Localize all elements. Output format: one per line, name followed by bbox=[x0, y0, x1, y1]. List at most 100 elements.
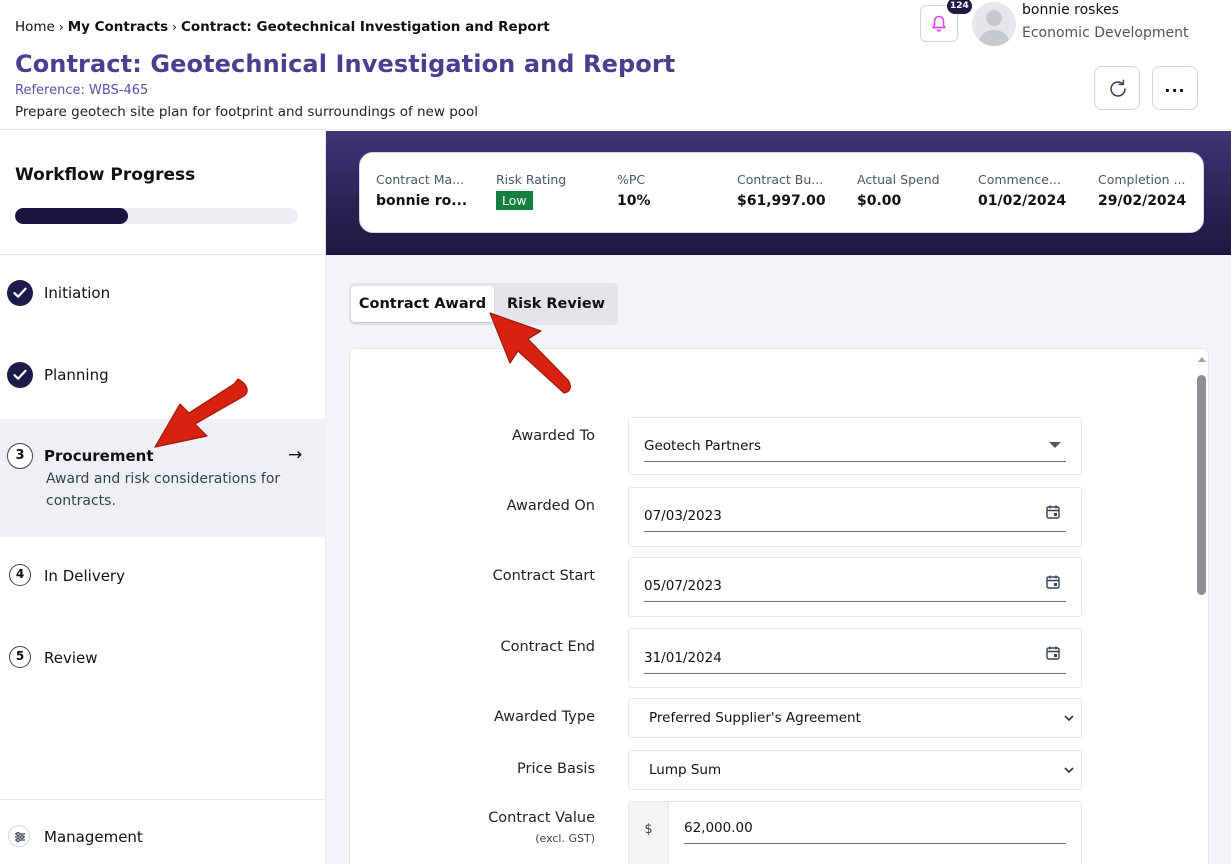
bell-icon bbox=[932, 15, 946, 32]
stat-value: $0.00 bbox=[857, 193, 902, 209]
checkmark-icon bbox=[13, 287, 27, 298]
step-description: Award and risk considerations for contra… bbox=[46, 471, 281, 509]
tab-bar: Contract Award Risk Review bbox=[349, 283, 618, 325]
workflow-progress-fill bbox=[15, 208, 129, 224]
divider bbox=[0, 254, 326, 255]
step-label: Procurement bbox=[44, 447, 154, 465]
step-label: Initiation bbox=[44, 284, 111, 302]
stat-completion: Completion ... 29/02/2024 bbox=[1098, 172, 1186, 209]
notification-count-badge: 124 bbox=[947, 0, 972, 14]
price-basis-label: Price Basis bbox=[517, 761, 595, 777]
step-label: Review bbox=[44, 649, 98, 667]
caret-down-icon bbox=[1049, 442, 1061, 448]
workflow-step-in-delivery[interactable]: 4 In Delivery bbox=[0, 559, 326, 599]
stat-value: 29/02/2024 bbox=[1098, 193, 1187, 209]
contract-start-label: Contract Start bbox=[492, 568, 595, 584]
management-link[interactable]: Management bbox=[44, 828, 143, 846]
breadcrumb-home[interactable]: Home bbox=[15, 19, 55, 35]
step-label: In Delivery bbox=[44, 567, 125, 585]
form-scrollbar[interactable] bbox=[1194, 349, 1210, 864]
main-content: Contract Award Risk Review Awarded To Ge… bbox=[326, 255, 1231, 864]
calendar-icon[interactable] bbox=[1045, 645, 1061, 661]
stat-percent-complete: %PC 10% bbox=[617, 172, 651, 209]
stat-label: Commence... bbox=[978, 172, 1061, 187]
step-label: Planning bbox=[44, 366, 109, 384]
awarded-on-label: Awarded On bbox=[506, 498, 595, 514]
tab-contract-award[interactable]: Contract Award bbox=[351, 286, 494, 322]
contract-description: Prepare geotech site plan for footprint … bbox=[15, 104, 479, 120]
contract-value-sublabel: (excl. GST) bbox=[535, 832, 595, 845]
stat-value: 01/02/2024 bbox=[978, 193, 1067, 209]
stat-label: %PC bbox=[617, 172, 646, 187]
stat-value: $61,997.00 bbox=[737, 193, 826, 209]
more-options-button[interactable]: ... bbox=[1152, 66, 1198, 110]
user-silhouette-icon bbox=[978, 10, 1010, 46]
page-header: Home › My Contracts › Contract: Geotechnical… bbox=[0, 0, 1231, 130]
calendar-icon[interactable] bbox=[1045, 504, 1061, 520]
contract-summary-banner: Contract Ma... bonnie ro... Risk Rating … bbox=[326, 131, 1231, 255]
awarded-to-select[interactable]: Geotech Partners bbox=[628, 417, 1082, 475]
stat-value: 10% bbox=[617, 193, 651, 209]
user-department: Economic Development bbox=[1022, 25, 1189, 41]
currency-prefix: $ bbox=[629, 802, 669, 864]
stat-contract-budget: Contract Bu... $61,997.00 bbox=[737, 172, 826, 209]
more-options-icon: ... bbox=[1164, 77, 1186, 96]
step-number: 3 bbox=[7, 443, 33, 469]
step-number: 5 bbox=[9, 646, 31, 668]
workflow-step-review[interactable]: 5 Review bbox=[0, 641, 326, 681]
breadcrumb-current: Contract: Geotechnical Investigation and… bbox=[180, 19, 550, 35]
awarded-on-value: 07/03/2023 bbox=[644, 508, 722, 524]
workflow-step-planning[interactable]: Planning bbox=[0, 355, 326, 395]
field-underline bbox=[684, 843, 1066, 844]
contract-start-value: 05/07/2023 bbox=[644, 578, 722, 594]
scroll-up-arrow-icon[interactable] bbox=[1198, 357, 1206, 362]
tab-risk-review[interactable]: Risk Review bbox=[497, 286, 615, 322]
breadcrumb: Home › My Contracts › Contract: Geotechnical… bbox=[15, 19, 550, 35]
management-icon bbox=[8, 825, 30, 847]
awarded-on-date-field[interactable]: 07/03/2023 bbox=[628, 487, 1082, 547]
field-underline bbox=[644, 531, 1066, 532]
contract-value-label: Contract Value bbox=[488, 810, 595, 826]
price-basis-value: Lump Sum bbox=[649, 762, 722, 778]
contract-value-value: 62,000.00 bbox=[684, 820, 753, 836]
contract-end-label: Contract End bbox=[500, 639, 595, 655]
workflow-progress-bar bbox=[15, 208, 298, 224]
stat-label: Actual Spend bbox=[857, 172, 940, 187]
refresh-icon bbox=[1110, 79, 1126, 97]
workflow-step-initiation[interactable]: Initiation bbox=[0, 273, 326, 313]
risk-rating-badge: Low bbox=[496, 191, 533, 210]
stat-label: Completion ... bbox=[1098, 172, 1186, 187]
chevron-down-icon bbox=[1064, 715, 1074, 722]
contract-reference: Reference: WBS-465 bbox=[15, 83, 149, 98]
awarded-type-select[interactable]: Preferred Supplier's Agreement bbox=[628, 698, 1082, 738]
contract-value-input[interactable]: $ 62,000.00 bbox=[628, 801, 1082, 864]
price-basis-select[interactable]: Lump Sum bbox=[628, 750, 1082, 790]
contract-end-date-field[interactable]: 31/01/2024 bbox=[628, 628, 1082, 688]
breadcrumb-my-contracts[interactable]: My Contracts bbox=[68, 19, 168, 35]
contract-end-value: 31/01/2024 bbox=[644, 650, 722, 666]
stat-risk-rating: Risk Rating Low bbox=[496, 172, 566, 210]
stat-contract-manager: Contract Ma... bonnie ro... bbox=[376, 172, 467, 209]
step-number: 4 bbox=[9, 564, 31, 586]
divider bbox=[0, 799, 326, 800]
breadcrumb-separator: › bbox=[58, 20, 64, 34]
sliders-icon bbox=[15, 832, 25, 842]
contract-stats-card: Contract Ma... bonnie ro... Risk Rating … bbox=[359, 152, 1204, 233]
calendar-icon[interactable] bbox=[1045, 574, 1061, 590]
workflow-step-procurement[interactable]: 3 Procurement Award and risk considerati… bbox=[0, 419, 326, 537]
contract-start-date-field[interactable]: 05/07/2023 bbox=[628, 557, 1082, 617]
field-underline bbox=[644, 461, 1066, 462]
step-complete-icon bbox=[7, 362, 33, 388]
avatar[interactable] bbox=[972, 2, 1016, 46]
stat-value: bonnie ro... bbox=[376, 193, 468, 209]
arrow-right-icon: → bbox=[288, 445, 303, 465]
field-underline bbox=[644, 673, 1066, 674]
refresh-button[interactable] bbox=[1094, 66, 1140, 110]
checkmark-icon bbox=[13, 369, 27, 380]
scroll-thumb[interactable] bbox=[1197, 375, 1206, 595]
user-name: bonnie roskes bbox=[1022, 2, 1119, 18]
currency-symbol: $ bbox=[644, 822, 653, 837]
awarded-to-value: Geotech Partners bbox=[644, 438, 761, 454]
stat-label: Contract Ma... bbox=[376, 172, 465, 187]
awarded-type-value: Preferred Supplier's Agreement bbox=[649, 710, 861, 726]
